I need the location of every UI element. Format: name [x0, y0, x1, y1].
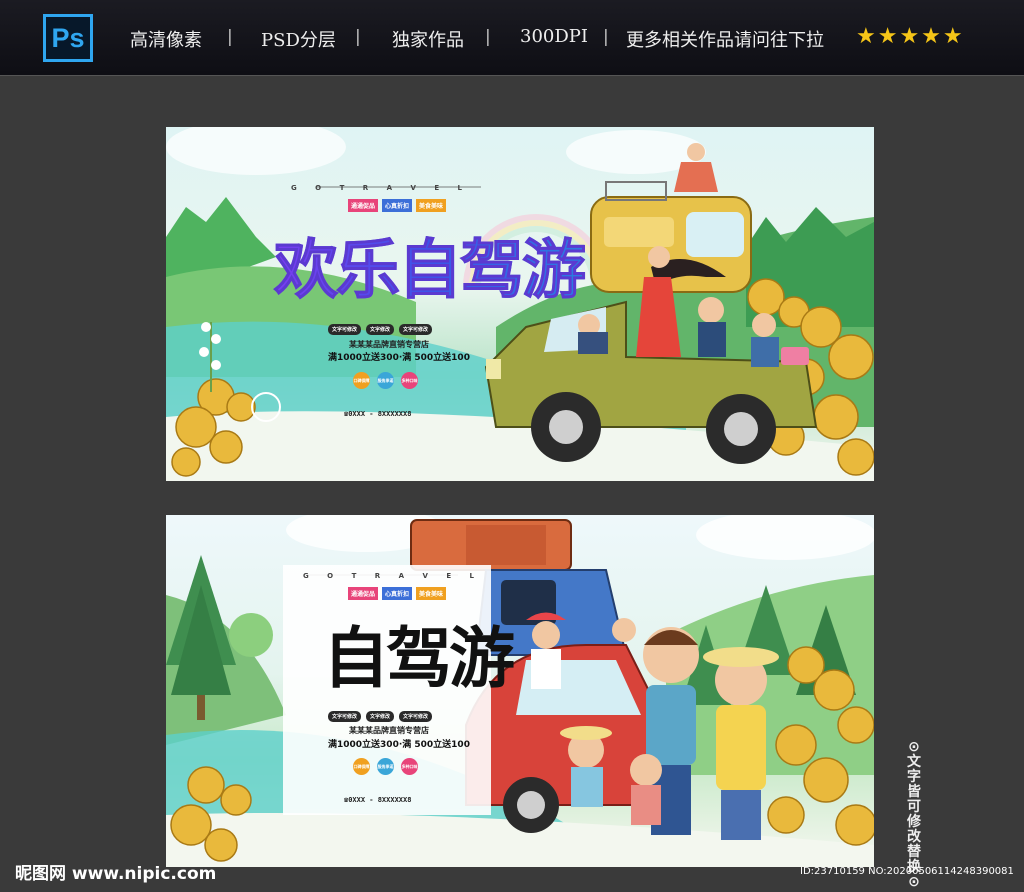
pill-editable-1: 文字可修改: [328, 324, 362, 335]
banner-preview-2: G O T R A V E L 通通促品 心真折扣 美食美味 自驾游 文字可修改…: [166, 515, 874, 867]
banner1-title: 欢乐自驾游: [274, 219, 587, 311]
store-name: 某某某品牌直销专营店: [349, 726, 429, 735]
pill-editable-1: 文字可修改: [328, 711, 362, 722]
phone-number: ☎0XXX - 8XXXXXX8: [344, 410, 412, 418]
banner2-illustration: [166, 515, 874, 867]
rating-stars-icon: ★★★★★: [856, 24, 965, 49]
separator: |: [355, 27, 361, 47]
go-travel-text: G O T R A V E L: [291, 184, 470, 192]
tag-promo: 通通促品: [348, 199, 379, 212]
separator: |: [485, 27, 491, 47]
badge-reputation: 口碑保障: [353, 372, 370, 389]
go-travel-text: G O T R A V E L: [303, 572, 482, 580]
banner2-title: 自驾游: [323, 620, 515, 697]
feature-300dpi: 300DPI: [520, 26, 589, 47]
tag-food: 美食美味: [416, 199, 447, 212]
phone-number: ☎0XXX - 8XXXXXX8: [344, 796, 412, 804]
tag-discount: 心真折扣: [382, 587, 413, 600]
banner1-tag-row: 通通促品 心真折扣 美食美味: [348, 199, 447, 212]
promo-offer: 满1000立送300·满 500立送100: [328, 740, 470, 750]
separator: |: [227, 27, 233, 47]
banner2-tag-row: 通通促品 心真折扣 美食美味: [348, 587, 447, 600]
feature-exclusive: 独家作品: [392, 30, 464, 51]
feature-hd-pixels: 高清像素: [130, 30, 202, 51]
nipic-watermark-logo: 昵图网 www.nipic.com: [15, 864, 217, 884]
pill-editable-2: 文字修改: [366, 324, 395, 335]
promo-offer: 满1000立送300·满 500立送100: [328, 353, 470, 363]
more-works-link[interactable]: 更多相关作品请问往下拉: [626, 26, 824, 52]
separator: |: [603, 27, 609, 47]
badge-flavors: 多种口味: [401, 372, 418, 389]
banner-preview-1: G O T R A V E L 通通促品 心真折扣 美食美味 欢乐自驾游 文字可…: [166, 127, 874, 481]
pill-editable-2: 文字修改: [366, 711, 395, 722]
image-id-label: ID:23710159 NO:20200506114248390081: [800, 866, 1014, 877]
store-name: 某某某品牌直销专营店: [349, 340, 429, 349]
top-info-bar: Ps 高清像素 | PSD分层 | 独家作品 | 300DPI | 更多相关作品…: [0, 0, 1024, 76]
badge-service: 服务承诺: [377, 372, 394, 389]
badge-flavors: 多种口味: [401, 758, 418, 775]
pill-editable-3: 文字可修改: [399, 324, 433, 335]
banner1-pill-row: 文字可修改 文字修改 文字可修改: [328, 324, 433, 335]
banner2-pill-row: 文字可修改 文字修改 文字可修改: [328, 711, 433, 722]
banner1-badges: 口碑保障 服务承诺 多种口味: [353, 372, 418, 389]
badge-service: 服务承诺: [377, 758, 394, 775]
banner2-badges: 口碑保障 服务承诺 多种口味: [353, 758, 418, 775]
photoshop-icon: Ps: [43, 14, 93, 62]
tag-food: 美食美味: [416, 587, 447, 600]
feature-psd-layers: PSD分层: [261, 30, 336, 51]
tag-discount: 心真折扣: [382, 199, 413, 212]
pill-editable-3: 文字可修改: [399, 711, 433, 722]
badge-reputation: 口碑保障: [353, 758, 370, 775]
tag-promo: 通通促品: [348, 587, 379, 600]
